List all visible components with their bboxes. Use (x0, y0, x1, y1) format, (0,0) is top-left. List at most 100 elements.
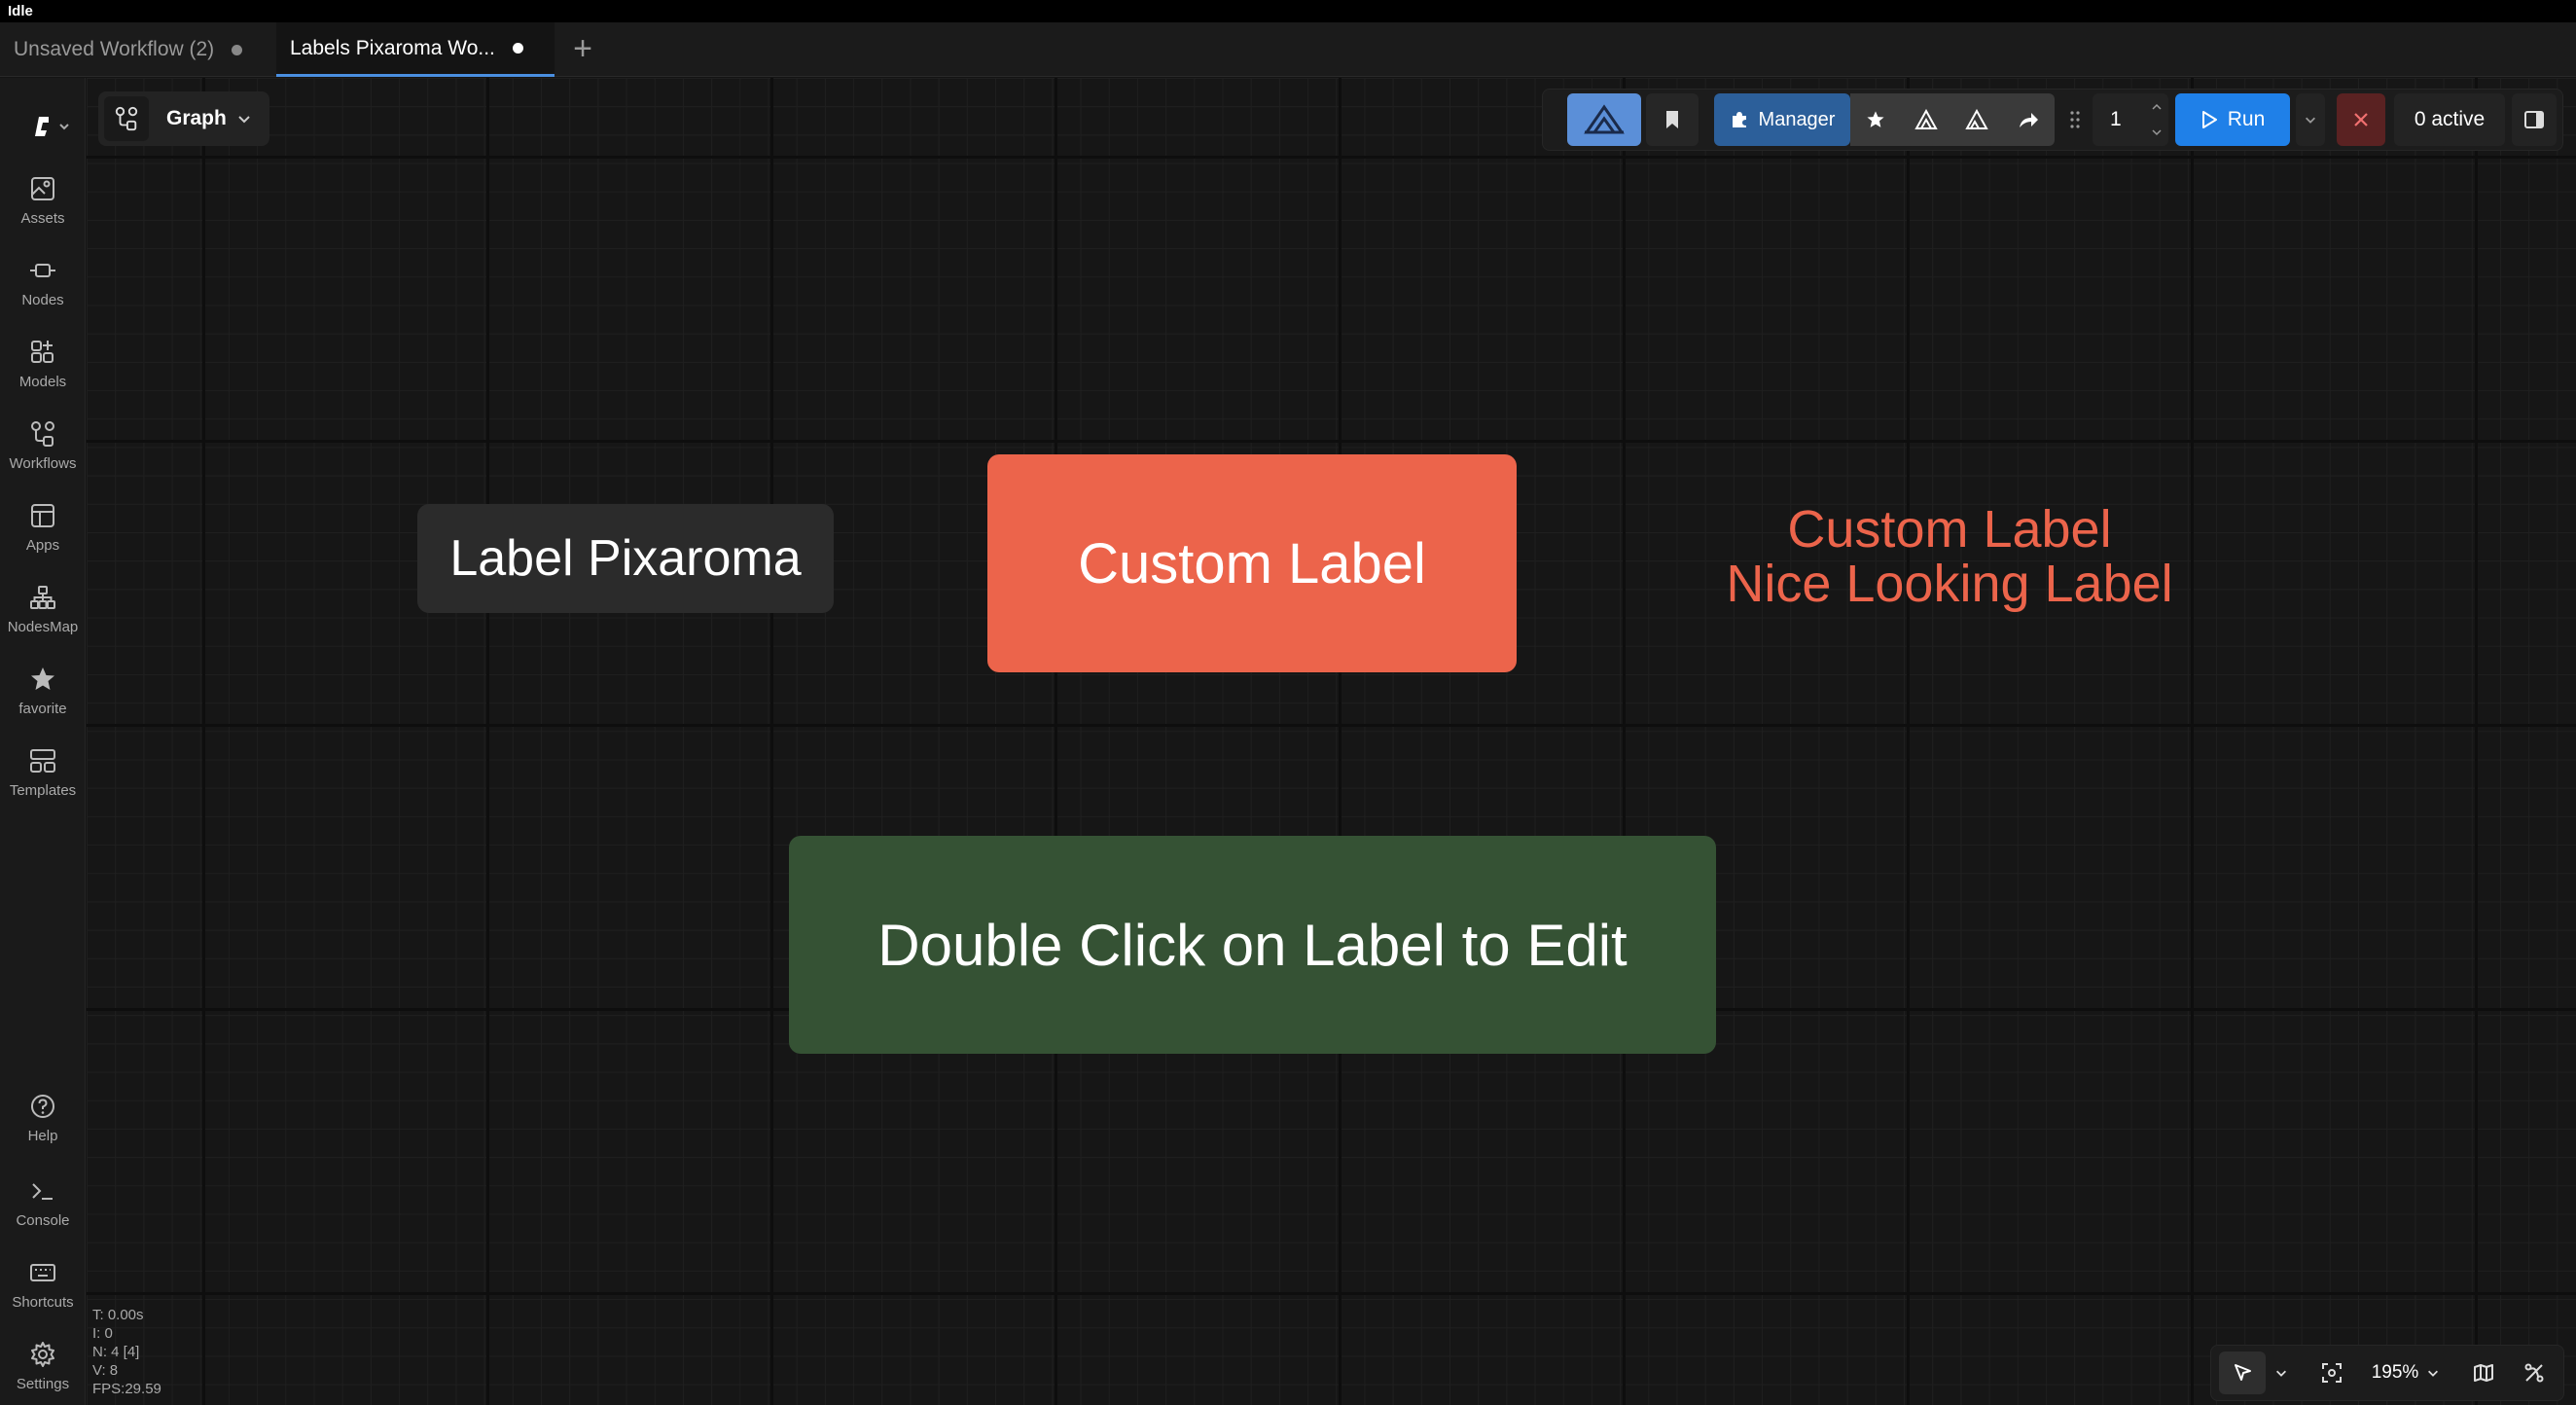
label-node-pixaroma[interactable]: Label Pixaroma (417, 504, 834, 613)
sidebar: Assets Nodes Models Workflows Apps Nodes… (0, 78, 86, 1405)
label-node-green[interactable]: Double Click on Label to Edit (789, 836, 1716, 1054)
stat-fps: FPS:29.59 (92, 1381, 161, 1397)
tab-labels-pixaroma[interactable]: Labels Pixaroma Wo... (276, 22, 555, 77)
toggle-links-button[interactable] (2513, 1351, 2556, 1394)
sidebar-item-nodes[interactable]: Nodes (0, 257, 86, 308)
sidebar-item-favorite[interactable]: favorite (0, 666, 86, 717)
zoom-control[interactable]: 195% (2359, 1351, 2452, 1394)
tab-label: Unsaved Workflow (2) (14, 38, 215, 60)
chevron-down-icon (238, 116, 250, 124)
render-stats: T: 0.00s I: 0 N: 4 [4] V: 8 FPS:29.59 (92, 1306, 161, 1398)
unsaved-dot-icon (232, 44, 243, 55)
sidebar-item-apps[interactable]: Apps (0, 502, 86, 554)
bookmark-button[interactable] (1646, 93, 1699, 146)
sidebar-item-label: Console (16, 1212, 70, 1229)
label-node-custom[interactable]: Custom Label (987, 454, 1517, 672)
top-toolbar: Manager 1 Run 0 active (1542, 89, 2563, 151)
workflow-icon (104, 96, 149, 141)
node-icon (30, 264, 55, 277)
new-tab-button[interactable]: + (567, 32, 598, 65)
sidebar-item-models[interactable]: Models (0, 339, 86, 390)
focus-icon (2322, 1363, 2342, 1383)
mountain-icon (1914, 109, 1938, 129)
star-button[interactable] (1850, 93, 1901, 146)
sidebar-item-help[interactable]: Help (0, 1093, 86, 1144)
graph-menu-button[interactable]: Graph (98, 91, 269, 146)
sidebar-item-assets[interactable]: Assets (0, 175, 86, 227)
stepper-icon[interactable] (2151, 101, 2163, 138)
mountain-alt-icon (1965, 109, 1988, 129)
pixaroma-logo-button[interactable] (1567, 93, 1641, 146)
zoom-level: 195% (2371, 1362, 2419, 1383)
manager-button[interactable]: Manager (1714, 93, 1850, 146)
active-queue-button[interactable]: 0 active (2394, 93, 2505, 146)
fit-view-button[interactable] (2312, 1351, 2351, 1394)
link-off-icon (2524, 1363, 2544, 1383)
drag-handle[interactable] (2062, 93, 2088, 146)
help-icon (31, 1095, 54, 1118)
models-icon (31, 341, 54, 363)
star-icon (1867, 111, 1884, 127)
image-icon (31, 177, 54, 200)
label-text: Custom Label (1078, 531, 1426, 595)
sidebar-item-templates[interactable]: Templates (0, 747, 86, 799)
stat-time: T: 0.00s (92, 1307, 144, 1323)
sidebar-item-label: NodesMap (7, 619, 79, 635)
sidebar-item-settings[interactable]: Settings (0, 1341, 86, 1392)
map-icon (2474, 1364, 2493, 1382)
console-icon (32, 1183, 53, 1200)
sidebar-item-label: Help (27, 1128, 58, 1144)
stat-i: I: 0 (92, 1325, 113, 1342)
sidebar-item-shortcuts[interactable]: Shortcuts (0, 1259, 86, 1311)
label-text-line2: Nice Looking Label (1726, 555, 2173, 613)
close-icon (2354, 113, 2368, 126)
keyboard-icon (30, 1264, 55, 1281)
chevron-down-icon (2428, 1370, 2439, 1377)
run-label: Run (2227, 108, 2266, 130)
toggle-panel-button[interactable] (2512, 93, 2557, 146)
manager-label: Manager (1758, 108, 1836, 130)
cursor-icon (2235, 1364, 2251, 1381)
select-tool-button[interactable] (2219, 1351, 2266, 1394)
share-arrow-icon (2020, 113, 2038, 127)
graph-canvas[interactable] (87, 78, 2576, 1405)
unsaved-dot-icon (512, 43, 523, 54)
label-node-text-only[interactable]: Custom Label Nice Looking Label (1693, 496, 2206, 617)
run-button[interactable]: Run (2175, 93, 2290, 146)
gear-icon (31, 1342, 54, 1367)
sidebar-item-workflows[interactable]: Workflows (0, 420, 86, 472)
queue-count-input[interactable]: 1 (2093, 93, 2168, 146)
graph-menu-label: Graph (166, 107, 227, 129)
sidebar-item-label: Assets (20, 210, 65, 227)
workflow-tab-bar: Unsaved Workflow (2) Labels Pixaroma Wo.… (0, 22, 2576, 77)
workflow-icon (31, 421, 54, 447)
sidebar-item-console[interactable]: Console (0, 1177, 86, 1229)
sidebar-item-label: Apps (25, 537, 60, 554)
sidebar-item-label: Workflows (9, 455, 77, 472)
share-button[interactable] (2002, 93, 2055, 146)
model-manager-button[interactable] (1951, 93, 2002, 146)
label-text-line1: Custom Label (1787, 500, 2112, 558)
model-download-button[interactable] (1901, 93, 1951, 146)
chevron-down-icon (2276, 1370, 2286, 1377)
run-options-button[interactable] (2296, 93, 2325, 146)
active-queue-label: 0 active (2414, 108, 2486, 130)
tool-options-button[interactable] (2268, 1351, 2295, 1394)
apps-icon (31, 504, 54, 527)
comfy-logo-icon[interactable] (27, 107, 76, 146)
cancel-button[interactable] (2337, 93, 2385, 146)
mountain-logo-icon (1584, 104, 1625, 134)
sidebar-item-label: Models (18, 374, 67, 390)
minimap-button[interactable] (2462, 1351, 2505, 1394)
canvas-controls: 195% (2210, 1345, 2564, 1401)
drag-handle-icon (2070, 111, 2080, 128)
stat-v: V: 8 (92, 1362, 119, 1379)
queue-count-value: 1 (2110, 108, 2122, 130)
tab-unsaved-workflow[interactable]: Unsaved Workflow (2) (0, 22, 256, 77)
status-text: Idle (8, 3, 33, 19)
sidebar-item-nodesmap[interactable]: NodesMap (0, 584, 86, 635)
panel-right-icon (2524, 111, 2544, 128)
sidebar-item-label: Nodes (21, 292, 64, 308)
sidebar-item-label: Settings (16, 1376, 70, 1392)
sidebar-item-label: Templates (9, 782, 77, 799)
